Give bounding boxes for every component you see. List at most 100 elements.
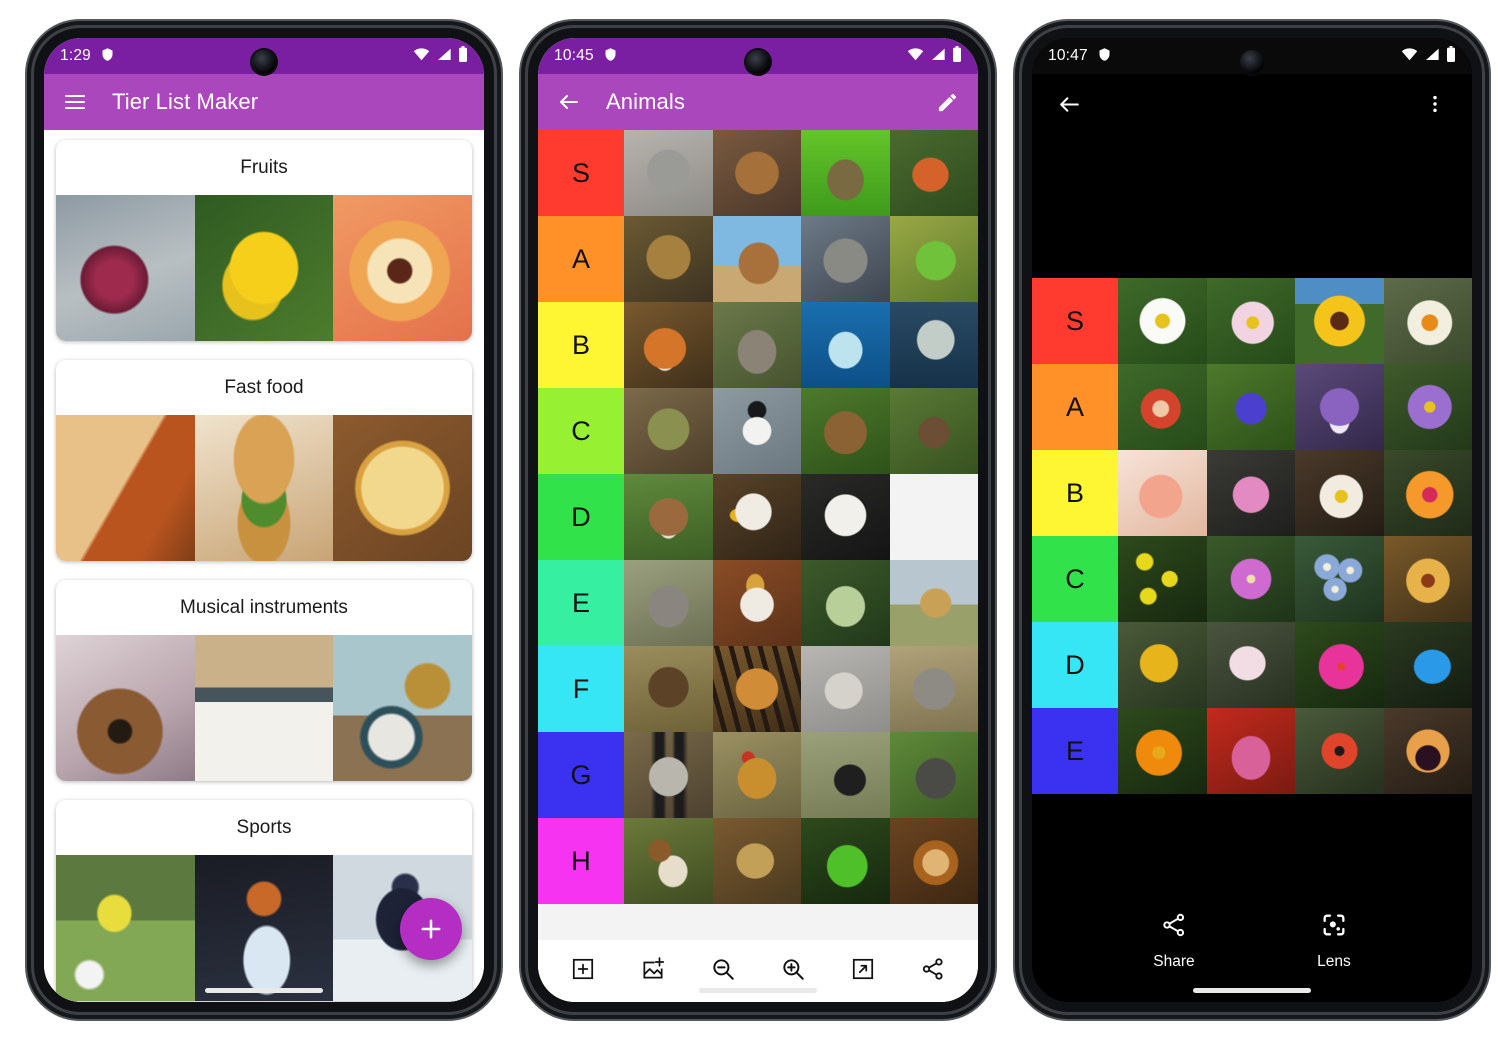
tier-item-cyclamen[interactable] [1206,622,1295,708]
tier-item-cat[interactable] [712,130,801,216]
tier-item-aster[interactable] [1383,364,1472,450]
open-external-button[interactable] [846,954,880,988]
tier-item-narcissus[interactable] [1383,278,1472,364]
viewer-actions[interactable]: Share Lens [1032,902,1472,980]
tier-label-A[interactable]: A [538,216,624,302]
tier-item-bougainvillea[interactable] [1118,450,1207,536]
add-tier-list-fab[interactable] [400,898,462,960]
tier-item-orchid[interactable] [1206,536,1295,622]
tier-item-eagle[interactable] [712,474,801,560]
tier-row[interactable]: B [538,302,978,388]
tier-row[interactable]: B [1032,450,1472,536]
tier-item-wolf[interactable] [801,216,890,302]
tier-item-rose[interactable] [1118,364,1207,450]
tier-item-daisy[interactable] [1118,278,1207,364]
tier-row[interactable]: A [538,216,978,302]
tier-item-shark[interactable] [889,302,978,388]
tier-item-waterlily[interactable] [1295,450,1384,536]
tier-item-daylily[interactable] [1383,536,1472,622]
tier-row[interactable]: A [1032,364,1472,450]
tier-item-lion[interactable] [889,818,978,904]
add-image-button[interactable] [636,954,670,988]
tier-row[interactable]: E [1032,708,1472,794]
tier-row[interactable]: F [538,646,978,732]
tier-row[interactable]: E [538,560,978,646]
tier-item-deer[interactable] [890,474,979,560]
tier-item-scilla[interactable] [1383,622,1472,708]
tier-item-tiger[interactable] [712,646,801,732]
gesture-nav-bar[interactable] [1193,988,1311,993]
tier-item-owl[interactable] [624,216,713,302]
tier-item-lizard[interactable] [712,818,801,904]
tier-item-rat[interactable] [801,646,890,732]
tier-row[interactable]: H [538,818,978,904]
tier-item-horse[interactable] [712,560,801,646]
tier-item-frog[interactable] [889,216,978,302]
back-arrow-icon[interactable] [552,85,586,119]
tier-label-E[interactable]: E [538,560,624,646]
tier-list-card[interactable]: Musical instruments [56,580,472,781]
tier-item-giraffe[interactable] [889,560,978,646]
tier-label-S[interactable]: S [538,130,624,216]
zoom-out-button[interactable] [706,954,740,988]
tier-label-B[interactable]: B [538,302,624,388]
tier-row[interactable]: C [538,388,978,474]
tier-label-H[interactable]: H [538,818,624,904]
tier-item-dog[interactable] [624,130,713,216]
tier-item-rhino[interactable] [624,560,713,646]
tier-row[interactable]: S [1032,278,1472,364]
tier-item-snail[interactable] [624,818,713,904]
tier-item-tulip[interactable] [1206,708,1295,794]
tier-label-E[interactable]: E [1032,708,1118,794]
tier-label-A[interactable]: A [1032,364,1118,450]
pencil-edit-icon[interactable] [930,85,964,119]
add-row-button[interactable] [566,954,600,988]
tier-grid-animals[interactable]: SABCDEFGH [538,130,978,904]
gesture-nav-bar[interactable] [699,988,817,993]
tier-item-camel[interactable] [712,216,801,302]
tier-item-crocodile[interactable] [624,388,713,474]
tier-item-bison[interactable] [624,646,713,732]
tier-label-C[interactable]: C [1032,536,1118,622]
tier-row[interactable]: G [538,732,978,818]
tier-list-card[interactable]: Sports [56,800,472,1001]
tier-item-octopus[interactable] [801,560,890,646]
tier-label-B[interactable]: B [1032,450,1118,536]
tier-item-ostrich[interactable] [801,732,890,818]
tier-label-D[interactable]: D [1032,622,1118,708]
tier-label-G[interactable]: G [538,732,624,818]
tier-item-forgetmenot[interactable] [1295,536,1384,622]
gesture-nav-bar[interactable] [205,988,323,993]
tier-row[interactable]: S [538,130,978,216]
lens-action[interactable]: Lens [1317,911,1351,971]
tier-item-mimosa[interactable] [1118,536,1207,622]
tier-item-squirrel[interactable] [889,130,978,216]
tier-grid-flowers[interactable]: SABCDE [1032,278,1472,794]
tier-item-bear[interactable] [801,388,890,474]
more-vertical-icon[interactable] [1418,87,1452,121]
tier-item-bat[interactable] [889,388,978,474]
tier-item-rabbit[interactable] [801,130,890,216]
tier-list-collection[interactable]: Fruits Fast food Musical instruments Sports [44,130,484,1002]
tier-item-chrysanthemum[interactable] [1383,450,1472,536]
tier-label-D[interactable]: D [538,474,624,560]
tier-item-iris[interactable] [1295,364,1384,450]
tier-item-periwinkle[interactable] [1295,622,1384,708]
tier-item-hyacinth[interactable] [1206,364,1295,450]
tier-item-dolphin[interactable] [801,302,890,388]
tier-item-raccoon[interactable] [624,732,713,818]
tier-item-sunflower[interactable] [1295,278,1384,364]
tier-item-chicken[interactable] [712,732,801,818]
tier-item-calendula[interactable] [1118,708,1207,794]
tier-item-anemone[interactable] [1206,278,1295,364]
share-action[interactable]: Share [1153,911,1195,971]
tier-item-gorilla[interactable] [889,732,978,818]
tier-item-pansy[interactable] [1383,708,1472,794]
tier-item-penguin[interactable] [712,388,801,474]
tier-item-fox[interactable] [624,302,713,388]
tier-item-snake[interactable] [801,818,890,904]
tier-list-card[interactable]: Fast food [56,360,472,561]
share-button[interactable] [916,954,950,988]
tier-item-cow[interactable] [624,474,713,560]
tier-item-dandelion[interactable] [1118,622,1207,708]
